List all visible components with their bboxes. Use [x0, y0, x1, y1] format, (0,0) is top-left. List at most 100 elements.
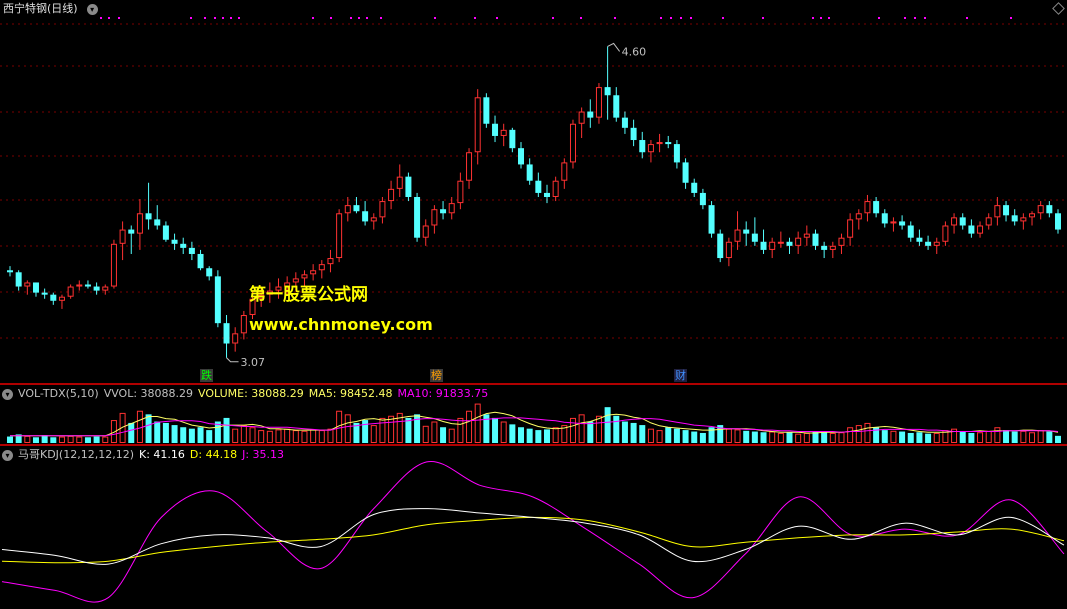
candle-up [933, 241, 940, 246]
volume-header: ▾ VOL-TDX(5,10) VVOL: 38088.29 VOLUME: 3808… [0, 385, 493, 402]
candle-down [214, 276, 221, 324]
volume-bar-up [890, 430, 897, 443]
volume-bar-up [448, 428, 455, 444]
volume-bar-up [275, 429, 282, 444]
volume-bar-down [145, 414, 152, 443]
candlestick-plot[interactable]: 4.60 3.07 [0, 0, 1067, 384]
volume-bar-down [604, 407, 611, 443]
candle-up [310, 270, 317, 275]
kdj-j-line [1, 460, 1065, 603]
volume-bar-up [569, 417, 576, 444]
candlestick-chart-panel[interactable]: 4.60 3.07 西宁特钢(日线) ▾ 第一股票公式网 www.chnmoney.… [0, 0, 1067, 384]
candle-down [621, 117, 628, 128]
event-tag-bang[interactable]: 榜 [430, 369, 443, 382]
volume-bar-up [864, 422, 871, 443]
volume-bar-up [985, 430, 992, 443]
volume-panel[interactable]: ▾ VOL-TDX(5,10) VVOL: 38088.29 VOLUME: 3808… [0, 384, 1067, 445]
volume-bar-down [691, 431, 698, 443]
volume-bar-down [613, 415, 620, 443]
event-tag-die[interactable]: 跌 [200, 369, 213, 382]
candle-up [240, 315, 247, 334]
volume-bar-up [76, 436, 83, 443]
candle-up [977, 225, 984, 234]
candle-up [725, 241, 732, 259]
candle-down [84, 284, 91, 287]
volume-bar-up [318, 430, 325, 443]
candle-up [388, 188, 395, 202]
candle-up [1029, 213, 1036, 218]
candle-up [58, 296, 65, 301]
volume-bar-down [821, 432, 828, 443]
candle-down [362, 211, 369, 222]
candle-down [353, 205, 360, 212]
candle-down [206, 268, 213, 277]
volume-indicator-name[interactable]: VOL-TDX(5,10) [18, 387, 99, 400]
volume-bar-up [344, 414, 351, 443]
volume-bar-down [518, 427, 525, 443]
volume-bar-up [327, 428, 334, 444]
volume-bar-down [968, 432, 975, 443]
candle-up [327, 258, 334, 265]
volume-bar-down [1046, 431, 1053, 443]
chevron-down-icon[interactable]: ▾ [2, 449, 13, 461]
volume-bar-up [552, 427, 559, 443]
volume-bar-down [492, 417, 499, 443]
chevron-down-icon[interactable]: ▾ [86, 3, 98, 15]
volume-bar-up [1037, 430, 1044, 443]
candle-down [873, 201, 880, 214]
candle-up [855, 213, 862, 220]
volume-bar-up [855, 425, 862, 443]
candle-up [951, 217, 958, 226]
candle-up [942, 225, 949, 242]
volume-bar-down [362, 420, 369, 443]
candle-down [32, 282, 39, 293]
candle-up [656, 142, 663, 145]
volume-bar-up [67, 435, 74, 443]
kdj-panel[interactable]: ▾ 马哥KDJ(12,12,12,12) K: 41.16 D: 44.18 J: 35… [0, 445, 1067, 609]
volume-bar-down [50, 437, 57, 443]
candle-up [136, 213, 143, 234]
volume-value: VOLUME: 38088.29 [198, 387, 304, 400]
candle-down [180, 243, 187, 248]
high-pointer [607, 42, 621, 52]
low-pointer [226, 357, 239, 363]
chevron-down-icon[interactable]: ▾ [2, 388, 13, 400]
candle-up [552, 180, 559, 198]
kdj-header: ▾ 马哥KDJ(12,12,12,12) K: 41.16 D: 44.18 J: 35… [0, 446, 289, 463]
candle-up [500, 129, 507, 136]
event-tag-cai[interactable]: 财 [674, 369, 687, 382]
candle-down [1055, 213, 1061, 230]
volume-bar-up [457, 417, 464, 444]
volume-bar-down [1011, 431, 1018, 443]
volume-bar-up [1029, 432, 1036, 443]
volume-bar-up [136, 410, 143, 443]
kdj-d-line [1, 516, 1065, 564]
candle-up [24, 282, 31, 287]
volume-bar-up [284, 428, 291, 444]
chart-title: 西宁特钢(日线) [3, 2, 78, 15]
volume-bar-up [725, 428, 732, 444]
volume-bar-down [1055, 435, 1061, 443]
volume-bar-up [595, 415, 602, 443]
volume-bar-up [647, 428, 654, 444]
candle-down [526, 164, 533, 181]
candle-up [344, 205, 351, 214]
candle-down [699, 192, 706, 206]
volume-bar-down [699, 432, 706, 443]
candle-up [318, 264, 325, 271]
ma10-value: MA10: 91833.75 [397, 387, 489, 400]
candle-down [171, 239, 178, 244]
candle-down [959, 217, 966, 226]
candle-down [691, 182, 698, 193]
kdj-indicator-name[interactable]: 马哥KDJ(12,12,12,12) [18, 448, 134, 461]
volume-bar-up [1020, 430, 1027, 443]
volume-bar-down [881, 430, 888, 443]
candle-down [630, 127, 637, 141]
volume-bar-down [93, 436, 100, 443]
kdj-plot[interactable] [0, 445, 1067, 609]
candle-up [466, 152, 473, 181]
candle-up [110, 243, 117, 287]
volume-bar-down [206, 430, 213, 443]
candle-up [336, 213, 343, 259]
candle-up [1020, 217, 1027, 222]
